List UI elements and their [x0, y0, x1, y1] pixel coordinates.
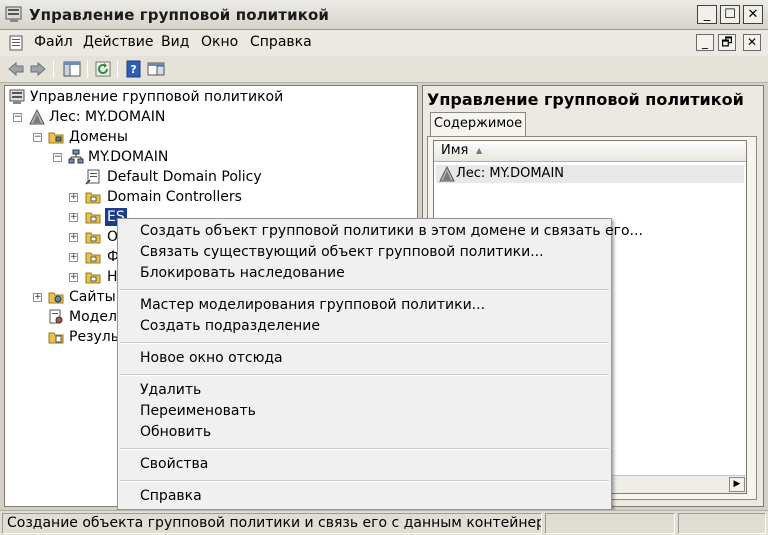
status-text: Создание объекта групповой политики и св…: [2, 513, 542, 534]
gpmc-app-icon: [5, 6, 22, 22]
status-panel-3: [678, 513, 766, 534]
window-title: Управление групповой политикой: [29, 6, 329, 24]
tree-label: Default Domain Policy: [107, 169, 262, 185]
gpo-link-icon: [85, 169, 100, 185]
mdi-minimize-button[interactable]: _: [696, 34, 714, 51]
menu-separator: [120, 342, 609, 344]
ou-folder-icon: [85, 212, 101, 224]
menu-separator: [120, 289, 609, 291]
toolbar-separator: [53, 60, 54, 78]
menu-file[interactable]: Файл: [34, 34, 73, 50]
expand-toggle[interactable]: +: [69, 233, 78, 242]
domain-icon: [68, 149, 84, 164]
menu-item-new-window[interactable]: Новое окно отсюда: [140, 348, 283, 369]
tree-label: Лес: MY.DOMAIN: [49, 109, 166, 125]
menu-item-block-inheritance[interactable]: Блокировать наследование: [140, 263, 345, 284]
menu-separator: [120, 448, 609, 450]
mdi-restore-button[interactable]: 🗗: [718, 34, 736, 51]
tree-label: MY.DOMAIN: [88, 149, 169, 165]
sites-folder-icon: [48, 292, 64, 304]
collapse-toggle[interactable]: −: [53, 153, 62, 162]
menu-action[interactable]: Действие: [83, 34, 153, 50]
menu-item-properties[interactable]: Свойства: [140, 454, 208, 475]
column-header-name[interactable]: Имя ▲: [434, 141, 746, 162]
menu-separator: [120, 480, 609, 482]
mdi-close-button[interactable]: ✕: [743, 34, 761, 51]
menu-item-link-existing-gpo[interactable]: Связать существующий объект групповой по…: [140, 242, 544, 263]
scroll-right-arrow-icon[interactable]: ▶: [729, 477, 745, 492]
back-arrow-icon[interactable]: [7, 60, 25, 78]
close-button[interactable]: ✕: [743, 5, 763, 24]
collapse-toggle[interactable]: −: [33, 133, 42, 142]
toolbar-separator: [117, 60, 118, 78]
ou-folder-icon: [85, 272, 101, 284]
collapse-toggle[interactable]: −: [13, 113, 22, 122]
status-bar: Создание объекта групповой политики и св…: [0, 510, 768, 535]
svg-text:?: ?: [130, 63, 136, 76]
tab-contents[interactable]: Содержимое: [430, 112, 526, 136]
menu-item-refresh[interactable]: Обновить: [140, 422, 211, 443]
expand-toggle[interactable]: +: [33, 293, 42, 302]
tree-label: Домены: [69, 129, 128, 145]
context-menu: Создать объект групповой политики в этом…: [117, 218, 643, 510]
gpmc-icon: [9, 89, 25, 104]
menu-bar: Файл Действие Вид Окно Справка _ 🗗 ✕: [0, 30, 768, 56]
ou-folder-icon: [85, 252, 101, 264]
column-label: Имя: [441, 143, 469, 158]
ou-folder-icon: [85, 232, 101, 244]
list-item-label: Лес: MY.DOMAIN: [456, 166, 564, 181]
results-icon: [48, 332, 64, 344]
menu-item-create-gpo-link[interactable]: Создать объект групповой политики в этом…: [140, 221, 643, 242]
forest-icon: [439, 166, 455, 182]
toolbar: ?: [0, 56, 768, 83]
menu-help[interactable]: Справка: [250, 34, 312, 50]
expand-toggle[interactable]: +: [69, 273, 78, 282]
expand-toggle[interactable]: +: [69, 193, 78, 202]
tree-label: Управление групповой политикой: [30, 89, 284, 105]
forest-icon: [29, 109, 45, 125]
menu-item-modeling-wizard[interactable]: Мастер моделирования групповой политики.…: [140, 295, 485, 316]
domains-folder-icon: [48, 132, 64, 144]
tree-label: Н: [107, 269, 118, 285]
maximize-button[interactable]: ☐: [720, 5, 740, 24]
list-item[interactable]: Лес: MY.DOMAIN: [436, 165, 744, 183]
help-icon[interactable]: ?: [125, 60, 143, 78]
document-icon: [9, 35, 23, 51]
menu-item-rename[interactable]: Переименовать: [140, 401, 256, 422]
ou-folder-icon: [85, 192, 101, 204]
pane-title: Управление групповой политикой: [427, 90, 744, 109]
menu-item-new-ou[interactable]: Создать подразделение: [140, 316, 320, 337]
expand-toggle[interactable]: +: [69, 253, 78, 262]
status-panel-2: [545, 513, 675, 534]
menu-item-help[interactable]: Справка: [140, 486, 202, 507]
menu-view[interactable]: Вид: [161, 34, 189, 50]
tree-label: Сайты: [69, 289, 116, 305]
menu-separator: [120, 374, 609, 376]
menu-window[interactable]: Окно: [201, 34, 238, 50]
modeling-icon: [49, 309, 63, 324]
sort-ascending-icon: ▲: [476, 146, 483, 155]
refresh-icon[interactable]: [94, 60, 112, 78]
title-bar: Управление групповой политикой _ ☐ ✕: [0, 0, 768, 30]
forward-arrow-icon[interactable]: [29, 60, 47, 78]
minimize-button[interactable]: _: [697, 5, 717, 24]
properties-pane-icon[interactable]: [147, 60, 165, 78]
expand-toggle[interactable]: +: [69, 213, 78, 222]
toolbar-separator: [87, 60, 88, 78]
show-hide-tree-icon[interactable]: [63, 60, 81, 78]
tree-label: Domain Controllers: [107, 189, 242, 205]
menu-item-delete[interactable]: Удалить: [140, 380, 201, 401]
